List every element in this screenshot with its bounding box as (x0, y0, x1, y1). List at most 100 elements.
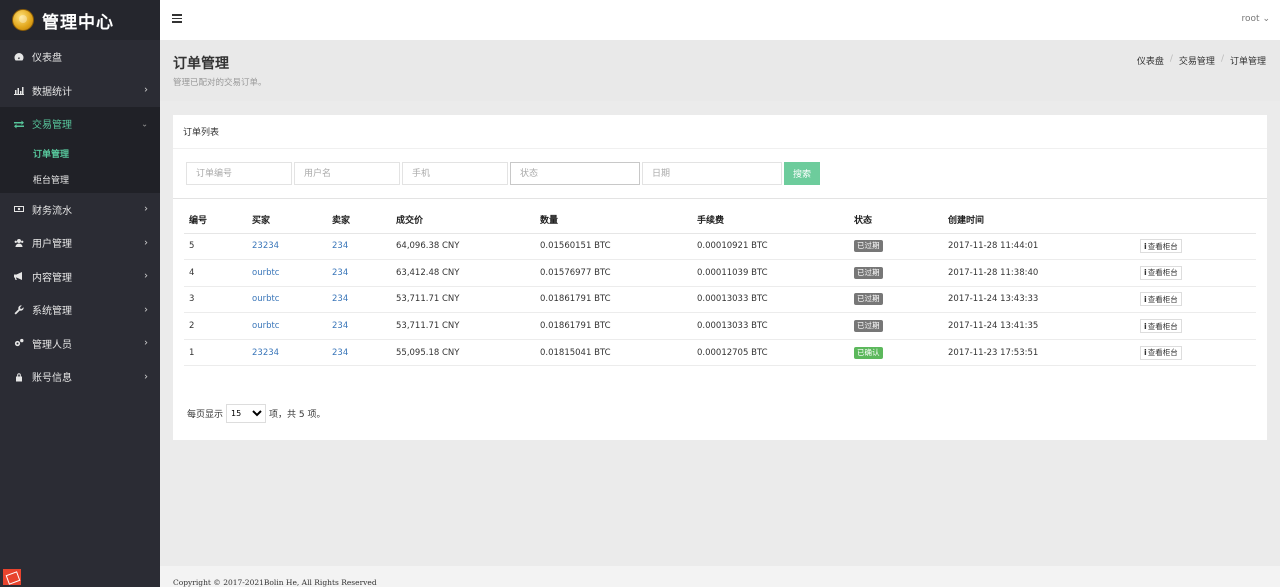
sidebar-item-label: 系统管理 (32, 306, 72, 318)
search-button[interactable]: 搜索 (784, 162, 820, 185)
sidebar-item-account[interactable]: 账号信息 › (0, 360, 160, 394)
view-counter-button[interactable]: i 查看柜台 (1140, 239, 1182, 254)
dashboard-icon (14, 52, 24, 62)
info-icon: i (1144, 294, 1147, 304)
column-header: 成交价 (391, 207, 535, 234)
cell-created: 2017-11-24 13:43:33 (943, 286, 1135, 314)
seller-link[interactable]: 234 (332, 268, 348, 278)
view-counter-button[interactable]: i 查看柜台 (1140, 265, 1182, 280)
orders-card: 订单列表 搜索 编号 买家 卖家 成交价 数量 手续费 状态 创建时间 (173, 115, 1267, 440)
view-counter-button[interactable]: i 查看柜台 (1140, 319, 1182, 334)
view-counter-label: 查看柜台 (1147, 241, 1178, 251)
seller-link[interactable]: 234 (332, 294, 348, 304)
breadcrumb-trading[interactable]: 交易管理 (1179, 54, 1215, 67)
cell-amount: 0.01576977 BTC (535, 259, 692, 287)
exchange-icon (14, 119, 24, 129)
info-icon: i (1144, 241, 1147, 251)
sidebar-item-trading[interactable]: 交易管理 ⌄ (0, 107, 160, 141)
cell-fee: 0.00011039 BTC (692, 259, 849, 287)
cogs-icon (14, 338, 24, 348)
seller-link[interactable]: 234 (332, 241, 348, 251)
page-title: 订单管理 (173, 56, 229, 72)
buyer-link[interactable]: ourbtc (252, 294, 279, 304)
buyer-link[interactable]: ourbtc (252, 321, 279, 331)
chevron-right-icon: › (144, 304, 148, 316)
phone-input[interactable] (402, 162, 508, 185)
cell-amount: 0.01815041 BTC (535, 339, 692, 367)
view-counter-button[interactable]: i 查看柜台 (1140, 345, 1182, 360)
user-menu[interactable]: root ⌄ (1242, 14, 1270, 24)
seller-link[interactable]: 234 (332, 348, 348, 358)
menu-toggle-icon[interactable] (172, 14, 182, 24)
page-size-suffix: 项，共 5 项。 (269, 410, 326, 420)
table-row: 3 ourbtc 234 53,711.71 CNY 0.01861791 BT… (184, 286, 1256, 314)
chevron-right-icon: › (144, 371, 148, 383)
column-header: 编号 (184, 207, 247, 234)
sidebar-item-users[interactable]: 用户管理 › (0, 226, 160, 260)
cell-amount: 0.01560151 BTC (535, 233, 692, 261)
username: root (1241, 14, 1260, 24)
sidebar-item-finance[interactable]: 财务流水 › (0, 193, 160, 227)
bullhorn-icon (14, 271, 24, 281)
breadcrumb-separator: / (1220, 54, 1224, 64)
brand[interactable]: 管理中心 (0, 0, 160, 40)
status-badge: 已确认 (854, 346, 883, 359)
chevron-right-icon: › (144, 84, 148, 96)
cell-created: 2017-11-28 11:38:40 (943, 259, 1135, 287)
table-row: 5 23234 234 64,096.38 CNY 0.01560151 BTC… (184, 233, 1256, 261)
trading-subnav: 订单管理 柜台管理 (0, 140, 160, 193)
status-badge: 已过期 (854, 320, 883, 333)
order-no-input[interactable] (186, 162, 292, 185)
view-counter-button[interactable]: i 查看柜台 (1140, 292, 1182, 307)
buyer-link[interactable]: 23234 (252, 241, 279, 251)
sidebar-item-label: 财务流水 (32, 205, 72, 217)
sidebar-item-statistics[interactable]: 数据统计 › (0, 74, 160, 108)
breadcrumb-orders: 订单管理 (1229, 57, 1266, 67)
sidebar-item-admins[interactable]: 管理人员 › (0, 327, 160, 361)
username-input[interactable] (294, 162, 400, 185)
chevron-down-icon: ⌄ (141, 119, 148, 129)
pagination-info: 每页显示 15 项，共 5 项。 (187, 404, 325, 423)
sidebar-item-label: 交易管理 (32, 120, 72, 132)
cell-price: 63,412.48 CNY (391, 259, 535, 287)
cell-price: 53,711.71 CNY (391, 286, 535, 314)
wrench-icon (14, 305, 24, 315)
chevron-right-icon: › (144, 337, 148, 349)
sidebar-subitem-counters[interactable]: 柜台管理 (0, 167, 160, 193)
chevron-right-icon: › (144, 237, 148, 249)
table-row: 1 23234 234 55,095.18 CNY 0.01815041 BTC… (184, 339, 1256, 367)
coin-logo-icon (12, 9, 34, 31)
sidebar: 管理中心 仪表盘 数据统计 › 交易管理 ⌄ 订单管理 柜台管理 财务流水 › … (0, 0, 160, 587)
page-size-select[interactable]: 15 (226, 404, 267, 423)
table-row: 4 ourbtc 234 63,412.48 CNY 0.01576977 BT… (184, 259, 1256, 287)
topbar: root ⌄ (160, 0, 1280, 40)
buyer-link[interactable]: ourbtc (252, 268, 279, 278)
cell-fee: 0.00012705 BTC (692, 339, 849, 367)
view-counter-label: 查看柜台 (1147, 321, 1178, 331)
app-corner-icon[interactable] (3, 569, 21, 585)
sidebar-item-label: 管理人员 (32, 339, 72, 351)
divider (173, 198, 1267, 199)
cell-id: 2 (184, 312, 247, 340)
breadcrumb-dashboard[interactable]: 仪表盘 (1137, 54, 1164, 67)
sidebar-item-content[interactable]: 内容管理 › (0, 260, 160, 294)
column-header: 状态 (849, 207, 943, 234)
status-badge: 已过期 (854, 293, 883, 306)
sidebar-item-system[interactable]: 系统管理 › (0, 293, 160, 327)
sidebar-item-label: 数据统计 (32, 86, 72, 98)
lock-icon (14, 372, 24, 382)
page-subtitle: 管理已配对的交易订单。 (173, 78, 267, 88)
cell-price: 55,095.18 CNY (391, 339, 535, 367)
date-input[interactable] (642, 162, 782, 185)
status-input[interactable] (510, 162, 640, 185)
cell-id: 3 (184, 286, 247, 314)
view-counter-label: 查看柜台 (1147, 294, 1178, 304)
cell-price: 64,096.38 CNY (391, 233, 535, 261)
cell-fee: 0.00013033 BTC (692, 312, 849, 340)
sidebar-item-dashboard[interactable]: 仪表盘 (0, 40, 160, 74)
card-title: 订单列表 (173, 115, 1267, 149)
buyer-link[interactable]: 23234 (252, 348, 279, 358)
seller-link[interactable]: 234 (332, 321, 348, 331)
money-icon (14, 204, 24, 214)
sidebar-subitem-orders[interactable]: 订单管理 (0, 141, 160, 167)
